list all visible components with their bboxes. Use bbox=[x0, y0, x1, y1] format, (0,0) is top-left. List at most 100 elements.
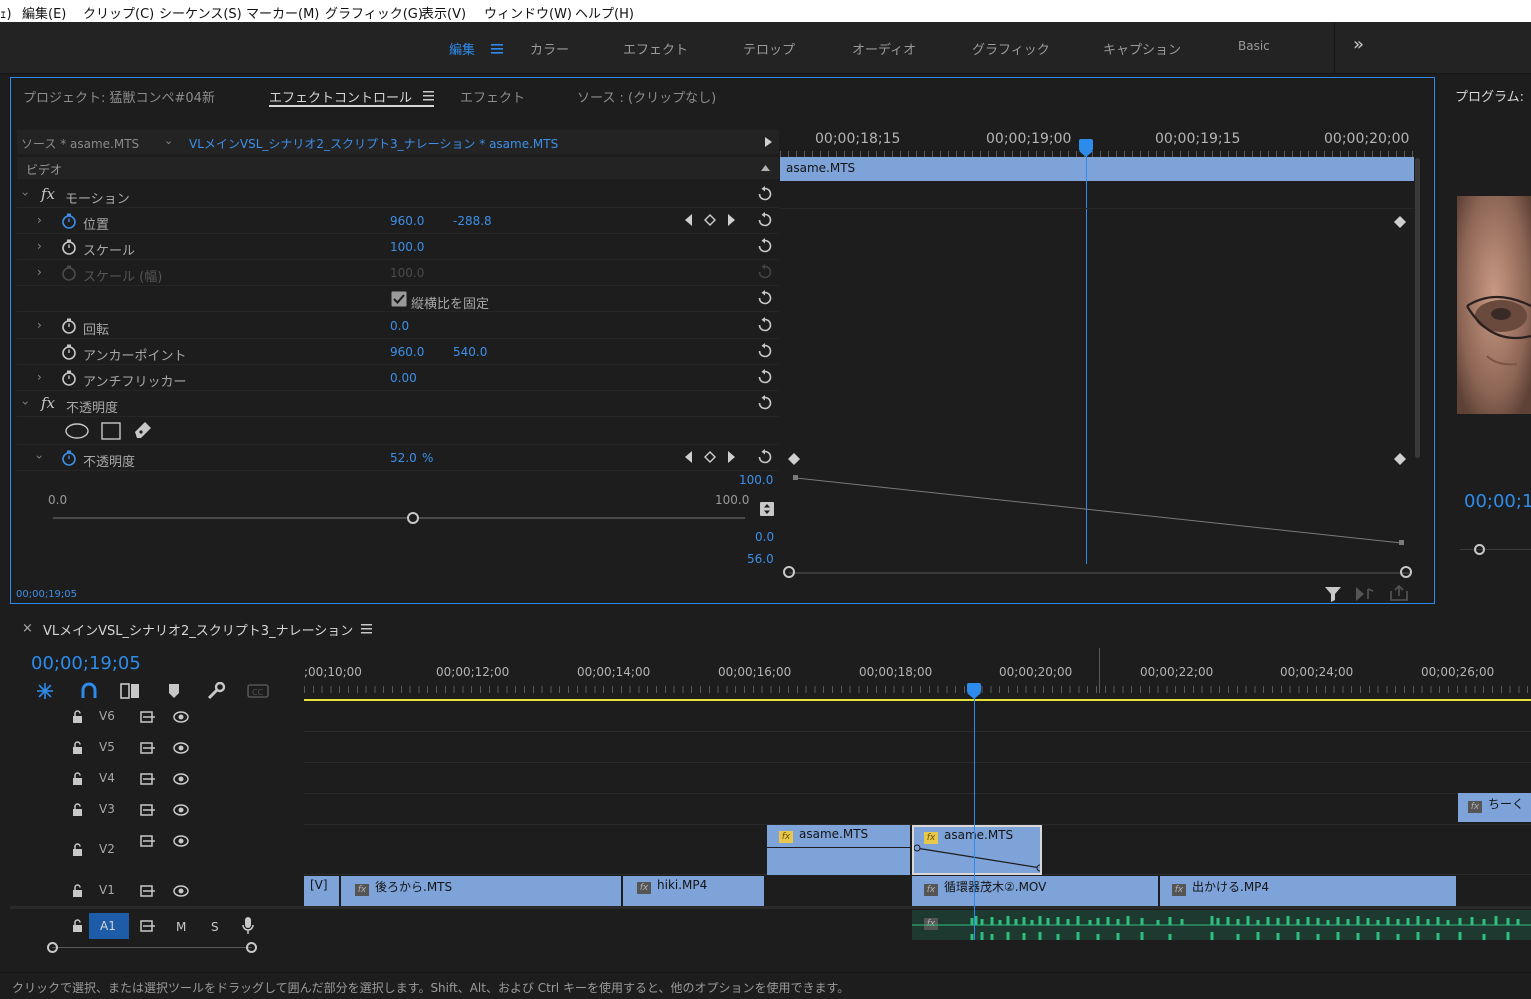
uniform-scale-checkbox[interactable] bbox=[391, 291, 407, 307]
clip-v1-v[interactable]: [V] bbox=[304, 876, 339, 906]
track-name[interactable]: V1 bbox=[99, 883, 115, 897]
panel-menu-icon[interactable] bbox=[361, 624, 372, 634]
ec-zoom-handle-left[interactable] bbox=[783, 566, 795, 578]
keyframe-diamond-icon[interactable] bbox=[788, 453, 800, 465]
reset-icon[interactable] bbox=[757, 212, 773, 228]
opacity-value-graph[interactable] bbox=[780, 469, 1420, 549]
microphone-icon[interactable] bbox=[242, 917, 254, 935]
reset-icon[interactable] bbox=[757, 290, 773, 306]
program-preview-image[interactable] bbox=[1457, 196, 1531, 414]
workspace-tab-color[interactable]: カラー bbox=[530, 39, 569, 58]
menu-item-window[interactable]: ウィンドウ(W) bbox=[484, 3, 572, 22]
reset-icon[interactable] bbox=[757, 238, 773, 254]
ec-playhead-handle[interactable] bbox=[1077, 139, 1097, 159]
timeline-zoom-handle-left[interactable] bbox=[47, 942, 58, 953]
clip-v1-ushirokara[interactable]: fx 後ろから.MTS bbox=[341, 876, 621, 906]
rotation-value[interactable]: 0.0 bbox=[390, 319, 409, 333]
anchor-y-value[interactable]: 540.0 bbox=[453, 345, 487, 359]
clip-v2-asame-b-selected[interactable]: fx asame.MTS bbox=[912, 825, 1042, 875]
stopwatch-icon-active[interactable] bbox=[61, 213, 77, 229]
clip-v1-junkanki[interactable]: fx 循環器茂木②.MOV bbox=[912, 876, 1158, 906]
reset-icon[interactable] bbox=[757, 186, 773, 202]
timeline-zoom-handle-right[interactable] bbox=[246, 942, 257, 953]
lock-icon[interactable] bbox=[72, 803, 83, 817]
stopwatch-icon[interactable] bbox=[61, 239, 77, 255]
sync-lock-icon[interactable] bbox=[140, 711, 156, 723]
workspace-tab-effects[interactable]: エフェクト bbox=[623, 39, 688, 58]
clip-a1-audio[interactable]: fx bbox=[912, 910, 1531, 940]
stopwatch-icon[interactable] bbox=[61, 344, 77, 360]
workspace-tab-audio[interactable]: オーディオ bbox=[852, 39, 916, 58]
stopwatch-icon[interactable] bbox=[61, 318, 77, 334]
linked-selection-icon[interactable] bbox=[120, 682, 140, 700]
opacity-group-row[interactable]: › fx 不透明度 bbox=[17, 391, 779, 417]
pen-mask-icon[interactable] bbox=[133, 420, 153, 440]
menu-item-clip[interactable]: クリップ(C) bbox=[83, 3, 154, 22]
anchor-x-value[interactable]: 960.0 bbox=[390, 345, 424, 359]
tab-source[interactable]: ソース : (クリップなし) bbox=[577, 87, 716, 106]
eye-icon[interactable] bbox=[173, 742, 189, 754]
ec-timeline-area[interactable]: 00;00;18;15 00;00;19;00 00;00;19;15 00;0… bbox=[780, 124, 1420, 574]
eye-icon[interactable] bbox=[173, 835, 189, 847]
snap-magnet-icon[interactable] bbox=[81, 682, 97, 700]
collapse-icon[interactable]: › bbox=[32, 455, 46, 460]
expand-icon[interactable]: › bbox=[37, 318, 42, 332]
position-y-value[interactable]: -288.8 bbox=[453, 214, 492, 228]
loop-audio-icon[interactable] bbox=[1356, 587, 1374, 601]
ec-zoom-bar[interactable] bbox=[789, 572, 1409, 574]
fx-icon[interactable]: fx bbox=[41, 185, 55, 203]
menu-item-edit[interactable]: 編集(E) bbox=[22, 3, 66, 22]
workspace-overflow-icon[interactable]: » bbox=[1353, 34, 1364, 55]
menu-item-file[interactable]: ｪ) bbox=[0, 3, 12, 22]
tab-project[interactable]: プロジェクト: 猛獣コンペ#04新 bbox=[23, 87, 215, 106]
menu-item-marker[interactable]: マーカー(M) bbox=[246, 3, 319, 22]
workspace-tab-basic[interactable]: Basic bbox=[1238, 39, 1270, 53]
keyframe-diamond-icon[interactable] bbox=[1394, 216, 1406, 228]
keyframe-navigator[interactable] bbox=[685, 214, 735, 226]
eye-icon[interactable] bbox=[173, 885, 189, 897]
menu-item-sequence[interactable]: シーケンス(S) bbox=[159, 3, 242, 22]
menu-item-view[interactable]: 表示(V) bbox=[421, 3, 466, 22]
panel-menu-icon[interactable] bbox=[423, 91, 434, 101]
stopwatch-icon[interactable] bbox=[61, 370, 77, 386]
effect-panel-timecode[interactable]: 00;00;19;05 bbox=[16, 589, 77, 600]
tab-effects[interactable]: エフェクト bbox=[460, 87, 525, 106]
workspace-menu-icon[interactable] bbox=[491, 44, 503, 54]
export-icon[interactable] bbox=[1390, 585, 1408, 601]
filter-icon[interactable] bbox=[1325, 586, 1341, 602]
opacity-slider-track[interactable] bbox=[53, 517, 745, 519]
eye-icon[interactable] bbox=[173, 773, 189, 785]
eye-icon[interactable] bbox=[173, 804, 189, 816]
workspace-tab-titles[interactable]: テロップ bbox=[743, 39, 795, 58]
reset-icon[interactable] bbox=[757, 317, 773, 333]
lock-icon[interactable] bbox=[72, 710, 83, 724]
mute-button[interactable]: M bbox=[176, 920, 186, 934]
track-target-a1[interactable]: A1 bbox=[89, 913, 129, 939]
close-icon[interactable]: × bbox=[22, 621, 33, 636]
menu-item-help[interactable]: ヘルプ(H) bbox=[575, 3, 634, 22]
expand-icon[interactable]: › bbox=[37, 370, 42, 384]
reset-icon[interactable] bbox=[757, 395, 773, 411]
track-name[interactable]: V4 bbox=[99, 771, 115, 785]
workspace-tab-edit[interactable]: 編集 bbox=[449, 39, 475, 58]
sequence-clip-label[interactable]: VLメインVSL_シナリオ2_スクリプト3_ナレーション * asame.MTS bbox=[189, 135, 558, 152]
stopwatch-icon-active[interactable] bbox=[61, 450, 77, 466]
keyframe-diamond-icon[interactable] bbox=[1394, 453, 1406, 465]
ec-vertical-scrollbar[interactable] bbox=[1415, 158, 1420, 458]
clip-v1-dekakeru[interactable]: fx 出かける.MP4 bbox=[1160, 876, 1456, 906]
expand-icon[interactable]: › bbox=[37, 239, 42, 253]
wrench-icon[interactable] bbox=[206, 682, 226, 700]
clip-v1-hiki[interactable]: fx hiki.MP4 bbox=[623, 876, 764, 906]
expand-timeline-icon[interactable] bbox=[765, 137, 772, 147]
rectangle-mask-icon[interactable] bbox=[101, 422, 121, 440]
sync-lock-icon[interactable] bbox=[140, 804, 156, 816]
track-name[interactable]: V5 bbox=[99, 740, 115, 754]
ec-zoom-handle-right[interactable] bbox=[1400, 566, 1412, 578]
antiflicker-value[interactable]: 0.00 bbox=[390, 371, 417, 385]
fx-icon[interactable]: fx bbox=[41, 394, 55, 412]
track-name[interactable]: V6 bbox=[99, 709, 115, 723]
opacity-value[interactable]: 52.0 bbox=[390, 451, 417, 465]
chevron-down-icon[interactable]: ⌄ bbox=[164, 134, 173, 147]
clip-v3-chiku[interactable]: fx ちーく bbox=[1458, 793, 1531, 822]
reset-icon[interactable] bbox=[757, 343, 773, 359]
